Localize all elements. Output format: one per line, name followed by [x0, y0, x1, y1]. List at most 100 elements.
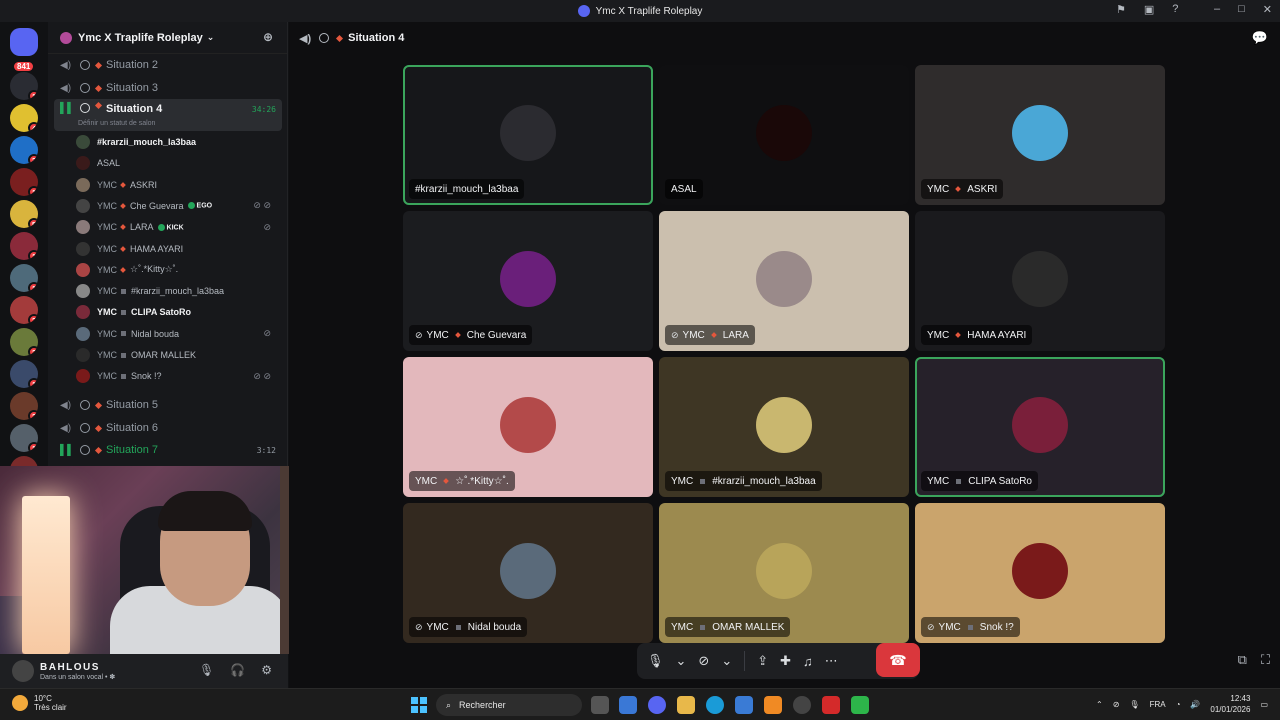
copilot-icon[interactable]: [619, 696, 637, 714]
app-icon[interactable]: [822, 696, 840, 714]
channel-situation-2[interactable]: ◀) Situation 2: [54, 54, 282, 76]
app-icon[interactable]: [764, 696, 782, 714]
avatar: [76, 198, 90, 213]
gear-icon[interactable]: ⚙: [261, 663, 272, 677]
store-icon[interactable]: [735, 696, 753, 714]
voice-member[interactable]: #krarzii_mouch_la3baa: [76, 132, 281, 152]
member-name: #krarzii_mouch_la3baa: [97, 137, 197, 147]
screen-share-icon[interactable]: ⇪: [757, 653, 768, 669]
voice-member[interactable]: YMC HAMA AYARI: [76, 239, 281, 259]
screen-icon[interactable]: ▣: [1144, 3, 1154, 16]
server-icon[interactable]: 1: [10, 360, 38, 388]
voice-member[interactable]: YMC CLIPA SatoRo: [76, 302, 281, 322]
participant-tile[interactable]: ⊘ YMC Snok !?: [915, 503, 1165, 643]
participant-tile[interactable]: #krarzii_mouch_la3baa: [403, 65, 653, 205]
participant-tile[interactable]: YMC CLIPA SatoRo: [915, 357, 1165, 497]
fullscreen-icon[interactable]: ⛶: [1261, 652, 1270, 668]
weather-desc: Très clair: [34, 703, 67, 712]
server-icon[interactable]: 1: [10, 424, 38, 452]
start-button[interactable]: [411, 697, 427, 713]
discord-taskbar-icon[interactable]: [648, 696, 666, 714]
participant-tile[interactable]: YMC ☆˚.*Kitty☆˚.: [403, 357, 653, 497]
participant-tile[interactable]: ASAL: [659, 65, 909, 205]
user-status: Dans un salon vocal • ✽: [40, 673, 116, 681]
clock[interactable]: 12:43 01/01/2026: [1210, 693, 1250, 715]
server-icon[interactable]: 2: [10, 328, 38, 356]
participant-tile[interactable]: YMC ASKRI: [915, 65, 1165, 205]
member-tag: YMC: [97, 371, 117, 382]
volume-icon[interactable]: 🔊: [1190, 700, 1200, 709]
flag-icon[interactable]: ⚑: [1116, 3, 1126, 16]
search-placeholder: Rechercher: [459, 700, 506, 710]
voice-member[interactable]: ASAL: [76, 153, 281, 173]
file-explorer-icon[interactable]: [677, 696, 695, 714]
microphone-icon[interactable]: 🎙: [647, 653, 664, 669]
close-button[interactable]: ✕: [1263, 3, 1272, 16]
help-icon[interactable]: ?: [1172, 3, 1178, 16]
participant-tile[interactable]: ⊘ YMC Che Guevara: [403, 211, 653, 351]
participant-tile[interactable]: ⊘ YMC Nidal bouda: [403, 503, 653, 643]
edge-icon[interactable]: [706, 696, 724, 714]
channel-situation-5[interactable]: ◀) Situation 5: [54, 394, 282, 416]
maximize-button[interactable]: □: [1238, 3, 1245, 16]
voice-member[interactable]: YMC ☆˚.*Kitty☆˚.: [76, 260, 281, 280]
participant-name: #krarzii_mouch_la3baa: [712, 475, 816, 487]
activities-icon[interactable]: ✚: [780, 653, 791, 669]
chevron-up-icon[interactable]: ⌃: [1096, 700, 1103, 709]
language-indicator[interactable]: FRA: [1150, 700, 1166, 709]
taskbar-search[interactable]: ⌕ Rechercher: [436, 694, 582, 716]
chevron-down-icon[interactable]: ⌄: [721, 653, 732, 669]
home-button[interactable]: [10, 28, 38, 56]
chevron-down-icon[interactable]: ⌄: [676, 653, 687, 669]
participant-tag: YMC: [671, 621, 694, 633]
member-name: ☆˚.*Kitty☆˚.: [130, 264, 179, 275]
server-icon[interactable]: 1: [10, 72, 38, 100]
server-icon[interactable]: 2: [10, 296, 38, 324]
server-icon[interactable]: 4: [10, 104, 38, 132]
voice-member[interactable]: YMC OMAR MALLEK: [76, 345, 281, 365]
notification-badge: 1: [28, 442, 38, 452]
server-icon[interactable]: 1: [10, 264, 38, 292]
add-member-icon[interactable]: ⊕: [263, 30, 273, 44]
task-view-icon[interactable]: [591, 696, 609, 714]
chat-icon[interactable]: 💬: [1252, 30, 1268, 46]
network-icon[interactable]: ⊘: [1113, 700, 1120, 709]
voice-member[interactable]: YMC Che Guevara EGO ⊘ ⊘: [76, 196, 281, 216]
server-icon[interactable]: 1: [10, 168, 38, 196]
camera-off-icon[interactable]: ⊘: [698, 653, 709, 669]
server-icon[interactable]: 3: [10, 136, 38, 164]
notification-icon[interactable]: ▭: [1260, 700, 1268, 709]
server-icon[interactable]: 5: [10, 200, 38, 228]
channel-status-hint[interactable]: Définir un statut de salon: [78, 120, 155, 127]
microphone-icon[interactable]: 🎙: [199, 663, 214, 677]
server-icon[interactable]: 2: [10, 392, 38, 420]
app-icon[interactable]: [851, 696, 869, 714]
minimize-button[interactable]: –: [1214, 3, 1220, 16]
participant-tile[interactable]: YMC HAMA AYARI: [915, 211, 1165, 351]
participant-tile[interactable]: YMC #krarzii_mouch_la3baa: [659, 357, 909, 497]
channel-situation-6[interactable]: ◀) Situation 6: [54, 417, 282, 439]
voice-member[interactable]: YMC Nidal bouda ⊘: [76, 324, 281, 344]
voice-member[interactable]: YMC Snok !? ⊘ ⊘: [76, 366, 281, 386]
weather-widget[interactable]: 10°C Très clair: [12, 694, 67, 712]
voice-member[interactable]: YMC LARA KICK ⊘: [76, 217, 281, 237]
microphone-icon[interactable]: 🎙: [1129, 700, 1139, 709]
headphones-icon[interactable]: 🎧: [230, 663, 245, 677]
server-header[interactable]: Ymc X Traplife Roleplay ⌄ ⊕: [48, 22, 287, 54]
voice-member[interactable]: YMC ASKRI: [76, 175, 281, 195]
popout-icon[interactable]: ⧉: [1238, 652, 1247, 668]
voice-member[interactable]: YMC #krarzii_mouch_la3baa: [76, 281, 281, 301]
more-icon[interactable]: ⋯: [825, 653, 838, 669]
channel-situation-7[interactable]: ▌▌ Situation 7 3:12: [54, 439, 282, 461]
avatar[interactable]: [12, 660, 34, 682]
wifi-icon[interactable]: ◔: [1176, 700, 1181, 709]
disconnect-button[interactable]: ☎: [876, 643, 920, 677]
member-tag: YMC: [97, 286, 117, 297]
soundboard-icon[interactable]: ♫: [803, 654, 813, 669]
channel-situation-3[interactable]: ◀) Situation 3: [54, 77, 282, 99]
server-icon[interactable]: 1: [10, 232, 38, 260]
chrome-icon[interactable]: [793, 696, 811, 714]
participant-tile[interactable]: YMC OMAR MALLEK: [659, 503, 909, 643]
participant-avatar: [500, 251, 556, 307]
participant-tile[interactable]: ⊘ YMC LARA: [659, 211, 909, 351]
